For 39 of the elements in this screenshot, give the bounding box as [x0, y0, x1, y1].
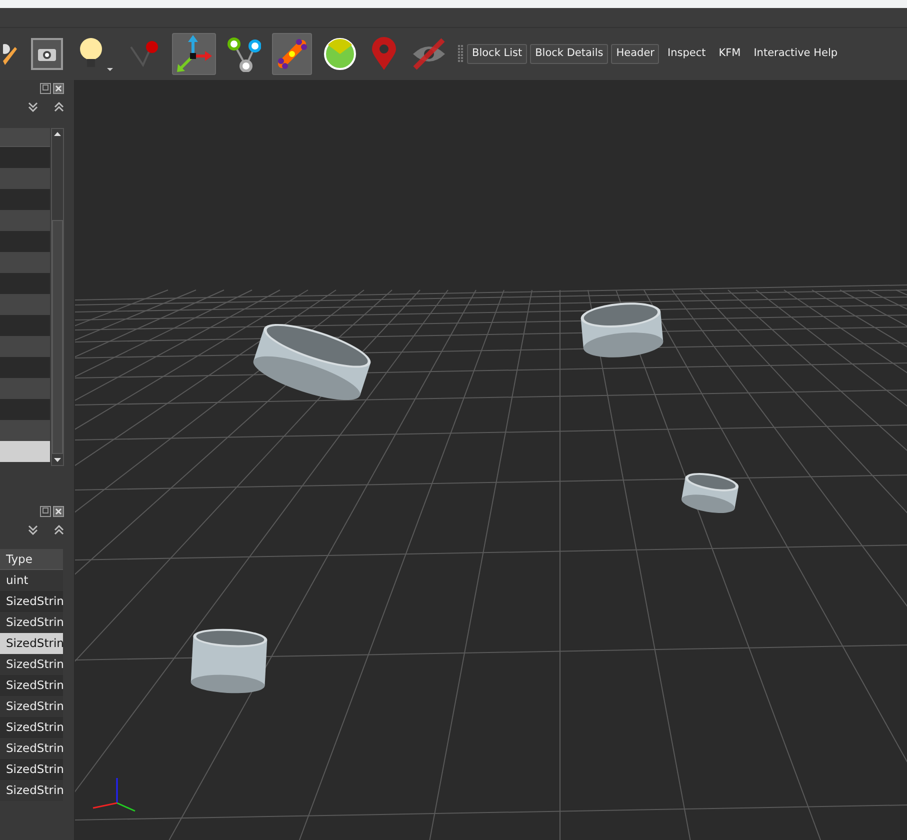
close-icon[interactable] — [53, 83, 64, 94]
table-cell[interactable]: SizedStrin — [0, 591, 63, 612]
table-cell[interactable]: SizedStrin — [0, 780, 63, 801]
float-icon[interactable] — [40, 506, 51, 517]
expand-icon[interactable] — [28, 525, 38, 535]
map-pin-icon — [371, 37, 397, 71]
close-icon[interactable] — [53, 506, 64, 517]
collapse-icon[interactable] — [54, 525, 64, 535]
table-cell[interactable]: SizedStrin — [0, 696, 63, 717]
dock-toggle[interactable]: Header — [611, 44, 660, 64]
bone-icon — [275, 37, 309, 71]
table-cell[interactable]: SizedStrin — [0, 717, 63, 738]
grip-icon — [458, 45, 463, 63]
eye-slash-icon — [411, 37, 447, 71]
dock-toggle[interactable]: Block List — [467, 44, 528, 64]
axis-gizmo-icon — [92, 778, 136, 812]
scrollbar[interactable] — [51, 128, 64, 466]
column-header[interactable]: Type — [0, 549, 63, 570]
dock-toggle[interactable]: Interactive Help — [748, 44, 843, 64]
camera-icon — [31, 38, 63, 70]
expand-icon[interactable] — [28, 102, 38, 112]
table-cell[interactable]: SizedStrin — [0, 633, 63, 654]
axes-icon — [175, 34, 213, 74]
collapse-icon[interactable] — [54, 102, 64, 112]
nodes-icon — [227, 36, 261, 72]
gauge-icon — [323, 37, 357, 71]
table-cell[interactable]: uint — [0, 570, 63, 591]
bulb-icon — [77, 35, 113, 73]
table-cell[interactable]: SizedStrin — [0, 654, 63, 675]
ring-drawing — [682, 473, 738, 513]
tool-button[interactable] — [172, 33, 216, 75]
float-icon[interactable] — [40, 83, 51, 94]
table-cell[interactable]: SizedStrin — [0, 738, 63, 759]
dock-toggle[interactable]: KFM — [714, 44, 746, 64]
table-cell[interactable]: SizedStrin — [0, 675, 63, 696]
table-cell[interactable]: SizedStrin — [0, 612, 63, 633]
table-cell[interactable]: SizedStrin — [0, 759, 63, 780]
dock-toggle[interactable]: Inspect — [662, 44, 711, 64]
dock-toggle[interactable]: Block Details — [530, 44, 608, 64]
